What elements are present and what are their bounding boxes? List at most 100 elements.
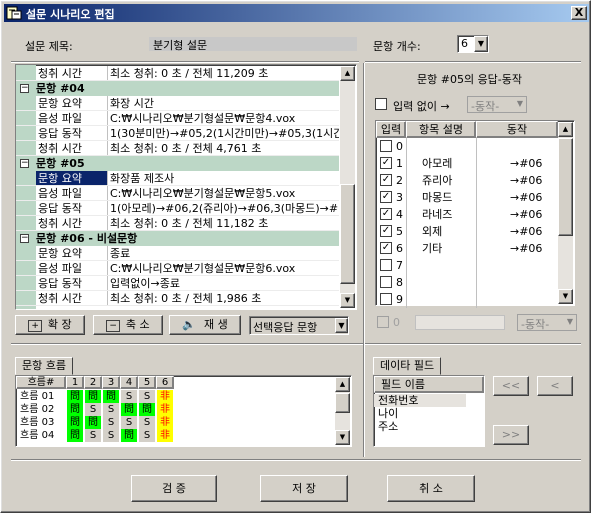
response-checkbox[interactable]: ✓: [380, 242, 392, 254]
title-bar[interactable]: 설문 시나리오 편집 X: [4, 4, 589, 22]
verify-button[interactable]: 검 증: [131, 475, 217, 502]
no-input-checkbox[interactable]: [375, 98, 387, 110]
property-row[interactable]: 청취 시간 최소 청취: 0 초 / 전체 11,182 초: [16, 216, 339, 231]
response-row[interactable]: 9: [376, 291, 558, 308]
tab-data-field[interactable]: 데이타 필드: [373, 357, 442, 375]
close-button[interactable]: X: [571, 6, 587, 20]
tab-question-flow[interactable]: 문항 흐름: [15, 357, 73, 375]
property-row[interactable]: 청취 시간 최소 청취: 0 초 / 전체 1,986 초: [16, 291, 339, 306]
collapse-icon[interactable]: −: [20, 159, 29, 168]
response-column-header[interactable]: 항목 설명: [406, 121, 476, 138]
property-row[interactable]: 청취 시간 최소 청취: 0 초 / 전체 4,761 초: [16, 141, 339, 156]
cancel-button[interactable]: 취 소: [387, 475, 475, 502]
flow-cell[interactable]: 問: [121, 403, 137, 416]
response-scrollbar[interactable]: ▲ ▼: [558, 122, 573, 304]
flow-cell[interactable]: 問: [67, 416, 83, 429]
response-row[interactable]: ✓ 6 기타 →#06: [376, 240, 558, 257]
data-field-item[interactable]: 주소: [374, 420, 466, 433]
flow-column-header[interactable]: 5: [138, 376, 156, 389]
survey-title-field[interactable]: 분기형 설문: [149, 37, 357, 52]
response-edit-action-select[interactable]: -동작- ▼: [517, 314, 577, 331]
collapse-button[interactable]: − 축 소: [93, 315, 163, 335]
property-row[interactable]: 음성 파일 C:₩시나리오₩분기형설문₩문항4.vox: [16, 111, 339, 126]
flow-cell[interactable]: 問: [67, 429, 83, 442]
flow-cell[interactable]: S: [121, 416, 137, 429]
move-all-left-button[interactable]: <<: [493, 376, 529, 396]
question-count-select[interactable]: 6 ▼: [457, 35, 489, 53]
property-row[interactable]: 응답 동작 입력없이→종료: [16, 276, 339, 291]
question-group-header[interactable]: − 문항 #05: [16, 156, 339, 171]
expand-button[interactable]: + 확 장: [15, 315, 85, 335]
property-row[interactable]: 문항 요약 종료: [16, 246, 339, 261]
property-row[interactable]: 문항 요약 화장 시간: [16, 96, 339, 111]
scroll-down-icon[interactable]: ▼: [340, 293, 355, 308]
flow-row-label[interactable]: 흐름 04: [16, 429, 66, 442]
property-row[interactable]: 문항 요약 화장품 제조사: [16, 171, 339, 186]
flow-cell[interactable]: S: [139, 416, 155, 429]
response-grid[interactable]: 입력 항목 설명 동작 0 ✓ 1 아모레 →#06 ✓ 2 쥬리아 →#06 ✓ 3 마몽드 →#06 ✓ 4…: [375, 120, 575, 308]
scroll-up-icon[interactable]: ▲: [558, 122, 573, 137]
move-left-button[interactable]: <: [537, 376, 573, 396]
property-row[interactable]: 음성 파일 C:₩시나리오₩분기형설문₩문항5.vox: [16, 186, 339, 201]
flow-cell[interactable]: 非: [157, 416, 173, 429]
chevron-down-icon[interactable]: ▼: [335, 318, 348, 333]
scroll-thumb[interactable]: [335, 393, 350, 413]
response-row[interactable]: ✓ 5 외제 →#06: [376, 223, 558, 240]
scroll-up-icon[interactable]: ▲: [335, 377, 350, 392]
flow-cell[interactable]: S: [121, 390, 137, 403]
play-button[interactable]: 🔈 재 생: [169, 315, 241, 335]
flow-cell[interactable]: S: [85, 429, 101, 442]
flow-cell[interactable]: 問: [67, 403, 83, 416]
response-edit-checkbox[interactable]: [377, 316, 389, 328]
response-checkbox[interactable]: [380, 293, 392, 305]
response-row[interactable]: ✓ 2 쥬리아 →#06: [376, 172, 558, 189]
question-group-header[interactable]: − 문항 #04: [16, 81, 339, 96]
scroll-down-icon[interactable]: ▼: [558, 289, 573, 304]
save-button[interactable]: 저 장: [260, 475, 348, 502]
scroll-down-icon[interactable]: ▼: [335, 430, 350, 445]
move-all-right-button[interactable]: >>: [493, 425, 529, 445]
flow-cell[interactable]: S: [103, 416, 119, 429]
response-row[interactable]: 7: [376, 257, 558, 274]
field-name-header[interactable]: 필드 이름: [374, 376, 484, 393]
flow-cell[interactable]: 問: [67, 390, 83, 403]
response-checkbox[interactable]: ✓: [380, 174, 392, 186]
flow-cell[interactable]: 問: [121, 429, 137, 442]
flow-column-header[interactable]: 1: [66, 376, 84, 389]
data-field-item[interactable]: 나이: [374, 407, 466, 420]
scroll-thumb[interactable]: [558, 138, 573, 236]
flow-cell[interactable]: S: [85, 403, 101, 416]
flow-cell[interactable]: 非: [157, 390, 173, 403]
flow-cell[interactable]: 非: [157, 403, 173, 416]
flow-column-header[interactable]: 흐름#: [16, 376, 66, 389]
response-row[interactable]: ✓ 3 마몽드 →#06: [376, 189, 558, 206]
scroll-up-icon[interactable]: ▲: [340, 66, 355, 81]
question-properties-list[interactable]: 청취 시간 최소 청취: 0 초 / 전체 11,209 초 − 문항 #04 문항 요…: [15, 64, 357, 310]
response-row[interactable]: 8: [376, 274, 558, 291]
property-row[interactable]: 응답 동작 1(아모레)→#06,2(쥬리아)→#06,3(마몽드)→#: [16, 201, 339, 216]
property-row[interactable]: 응답 동작 1(30분미만)→#05,2(1시간미만)→#05,3(1시간: [16, 126, 339, 141]
property-row[interactable]: 음성 파일 C:₩시나리오₩분기형설문₩문항6.vox: [16, 261, 339, 276]
response-row[interactable]: ✓ 1 아모레 →#06: [376, 155, 558, 172]
data-field-item[interactable]: 전화번호: [374, 394, 466, 407]
flow-cell[interactable]: S: [103, 403, 119, 416]
flow-row-label[interactable]: 흐름 01: [16, 390, 66, 403]
no-input-action-select[interactable]: -동작- ▼: [467, 96, 527, 113]
response-checkbox[interactable]: ✓: [380, 225, 392, 237]
response-edit-field[interactable]: [415, 315, 505, 330]
selected-response-select[interactable]: 선택응답 문항 ▼: [249, 316, 349, 335]
response-checkbox[interactable]: ✓: [380, 191, 392, 203]
flow-cell[interactable]: 問: [103, 390, 119, 403]
properties-scrollbar[interactable]: ▲ ▼: [340, 66, 355, 308]
response-checkbox[interactable]: [380, 276, 392, 288]
response-checkbox[interactable]: [380, 140, 392, 152]
chevron-down-icon[interactable]: ▼: [474, 36, 488, 52]
flow-row-label[interactable]: 흐름 03: [16, 416, 66, 429]
response-checkbox[interactable]: ✓: [380, 208, 392, 220]
data-field-list[interactable]: 필드 이름 전화번호 나이 주소: [373, 375, 485, 447]
property-row[interactable]: 청취 시간 최소 청취: 0 초 / 전체 11,209 초: [16, 66, 339, 81]
flow-cell[interactable]: 問: [85, 390, 101, 403]
response-checkbox[interactable]: [380, 259, 392, 271]
flow-column-header[interactable]: 3: [102, 376, 120, 389]
flow-row-label[interactable]: 흐름 02: [16, 403, 66, 416]
